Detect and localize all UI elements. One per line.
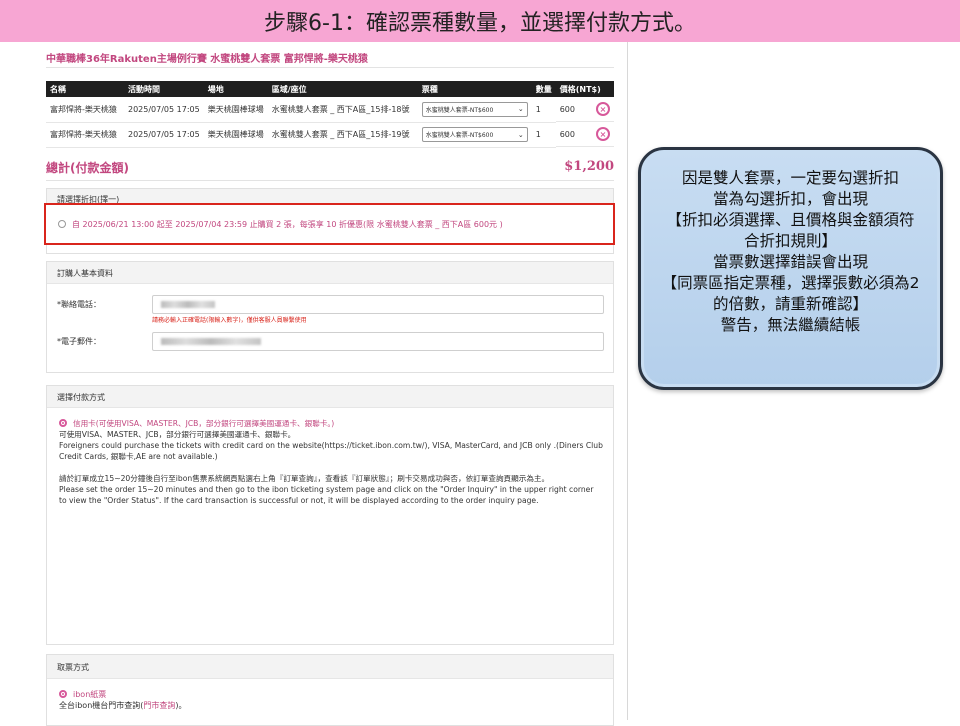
total-row: 總計(付款金額) $1,200 <box>46 159 614 181</box>
payment-panel: 選擇付款方式 信用卡(可使用VISA、MASTER、JCB，部分銀行可選擇美國運… <box>46 384 614 645</box>
checkout-form: 中華職棒36年Rakuten主場例行賽 水蜜桃雙人套票 富邦悍將-樂天桃猿 名稱… <box>46 50 614 726</box>
row-name: 富邦悍將-樂天桃猿 <box>46 122 124 148</box>
pickup-option-label: ibon紙票 <box>73 689 107 699</box>
radio-selected-icon <box>59 419 67 427</box>
radio-empty-icon[interactable] <box>58 220 66 228</box>
buyer-panel: 訂購人基本資料 *聯絡電話： 請務必輸入正確電話(限輸入數字)，僅供客服人員聯繫… <box>46 260 614 373</box>
pickup-desc-suffix: )。 <box>175 700 187 710</box>
row-price: 600 <box>559 104 575 114</box>
discount-option-highlight[interactable]: 自 2025/06/21 13:00 起至 2025/07/04 23:59 止… <box>44 203 615 245</box>
pickup-panel: 取票方式 ibon紙票 全台ibon機台門市查詢(門市查詢)。 <box>46 653 614 726</box>
total-label: 總計(付款金額) <box>46 160 129 175</box>
pickup-header: 取票方式 <box>47 654 613 679</box>
step-title: 步驟6-1：確認票種數量，並選擇付款方式。 <box>264 11 696 36</box>
ticket-table: 名稱 活動時間 場地 區域/座位 票種 數量 價格(NT$) 富邦悍將-樂天桃猿… <box>46 81 614 148</box>
pickup-desc-prefix: 全台ibon機台門市查詢( <box>59 700 144 710</box>
table-row: 富邦悍將-樂天桃猿 2025/07/05 17:05 樂天桃園棒球場 水蜜桃雙人… <box>46 97 614 123</box>
payment-option-label: 信用卡(可使用VISA、MASTER、JCB，部分銀行可選擇美國運通卡、銀聯卡。… <box>73 418 335 428</box>
payment-header: 選擇付款方式 <box>47 385 613 408</box>
row-qty: 1 <box>531 97 556 123</box>
callout-line: 【折扣必須選擇、且價格與金額須符合折扣規則】 <box>666 211 915 250</box>
masked-value <box>161 338 261 345</box>
row-seat: 水蜜桃雙人套票 _ 西下A區_15排-18號 <box>267 97 418 123</box>
column-divider <box>627 42 628 720</box>
ticket-table-header: 名稱 活動時間 場地 區域/座位 票種 數量 價格(NT$) <box>46 81 614 97</box>
col-ticket-type: 票種 <box>421 84 438 94</box>
pickup-desc: 全台ibon機台門市查詢(門市查詢)。 <box>59 700 601 711</box>
discount-option-label: 自 2025/06/21 13:00 起至 2025/07/04 23:59 止… <box>72 219 503 229</box>
ticket-type-select[interactable]: 水蜜桃雙人套票-NT$600 ⌄ <box>421 101 528 117</box>
step-banner: 步驟6-1：確認票種數量，並選擇付款方式。 <box>0 0 960 42</box>
phone-label: *聯絡電話： <box>57 300 101 309</box>
buyer-header: 訂購人基本資料 <box>47 261 613 284</box>
payment-body: 信用卡(可使用VISA、MASTER、JCB，部分銀行可選擇美國運通卡、銀聯卡。… <box>47 408 613 644</box>
payment-text: Please set the order 15~20 minutes and t… <box>59 484 594 505</box>
col-qty: 數量 <box>535 84 552 94</box>
row-venue: 樂天桃園棒球場 <box>203 122 268 148</box>
callout-line: 當票數選擇錯誤會出現 <box>712 253 868 271</box>
masked-value <box>161 301 215 308</box>
row-price: 600 <box>559 129 575 139</box>
email-row: *電子郵件： <box>47 327 613 357</box>
phone-input[interactable] <box>152 295 604 314</box>
col-seat: 區域/座位 <box>271 84 307 94</box>
event-title: 中華職棒36年Rakuten主場例行賽 水蜜桃雙人套票 富邦悍將-樂天桃猿 <box>46 50 614 68</box>
radio-selected-icon <box>59 690 67 698</box>
ticket-type-value: 水蜜桃雙人套票-NT$600 <box>425 106 494 114</box>
col-venue: 場地 <box>207 84 224 94</box>
callout-line: 【同票區指定票種，選擇張數必須為2的倍數，請重新確認】 <box>661 274 920 313</box>
col-price: 價格(NT$) <box>559 84 601 94</box>
pickup-body: ibon紙票 全台ibon機台門市查詢(門市查詢)。 <box>47 679 613 725</box>
col-name: 名稱 <box>50 84 66 94</box>
callout-line: 因是雙人套票，一定要勾選折扣 <box>681 169 899 187</box>
row-venue: 樂天桃園棒球場 <box>203 97 268 123</box>
chevron-down-icon: ⌄ <box>517 130 524 139</box>
remove-icon[interactable]: × <box>596 102 610 116</box>
row-qty: 1 <box>531 122 556 148</box>
row-seat: 水蜜桃雙人套票 _ 西下A區_15排-19號 <box>267 122 418 148</box>
email-input[interactable] <box>152 332 604 351</box>
callout-line: 當為勾選折扣，會出現 <box>712 190 868 208</box>
ticket-type-value: 水蜜桃雙人套票-NT$600 <box>425 132 494 139</box>
email-label: *電子郵件： <box>57 337 101 346</box>
phone-hint: 請務必輸入正確電話(限輸入數字)，僅供客服人員聯繫使用 <box>152 316 307 324</box>
chevron-down-icon: ⌄ <box>517 105 524 114</box>
callout-line: 警告，無法繼續結帳 <box>720 316 861 334</box>
row-time: 2025/07/05 17:05 <box>124 122 204 148</box>
payment-text: 請於訂單成立15~20分鐘後自行至ibon售票系統網頁點選右上角『訂單查詢』，查… <box>59 473 550 483</box>
col-time: 活動時間 <box>128 84 160 94</box>
payment-option-credit-card[interactable]: 信用卡(可使用VISA、MASTER、JCB，部分銀行可選擇美國運通卡、銀聯卡。… <box>59 418 603 429</box>
store-lookup-link[interactable]: 門市查詢 <box>143 701 175 710</box>
row-name: 富邦悍將-樂天桃猿 <box>46 97 124 123</box>
ticket-type-select[interactable]: 水蜜桃雙人套票-NT$600 ⌄ <box>421 127 528 142</box>
total-amount: $1,200 <box>564 158 614 174</box>
table-row: 富邦悍將-樂天桃猿 2025/07/05 17:05 樂天桃園棒球場 水蜜桃雙人… <box>46 122 614 148</box>
payment-text: 可使用VISA、MASTER、JCB，部分銀行可選擇美國運通卡、銀聯卡。 <box>59 429 296 439</box>
pickup-option-ibon[interactable]: ibon紙票 <box>59 689 601 700</box>
payment-text: Foreigners could purchase the tickets wi… <box>59 440 603 461</box>
annotation-callout: 因是雙人套票，一定要勾選折扣 當為勾選折扣，會出現 【折扣必須選擇、且價格與金額… <box>638 147 943 390</box>
row-time: 2025/07/05 17:05 <box>124 97 204 123</box>
remove-icon[interactable]: × <box>596 127 610 141</box>
